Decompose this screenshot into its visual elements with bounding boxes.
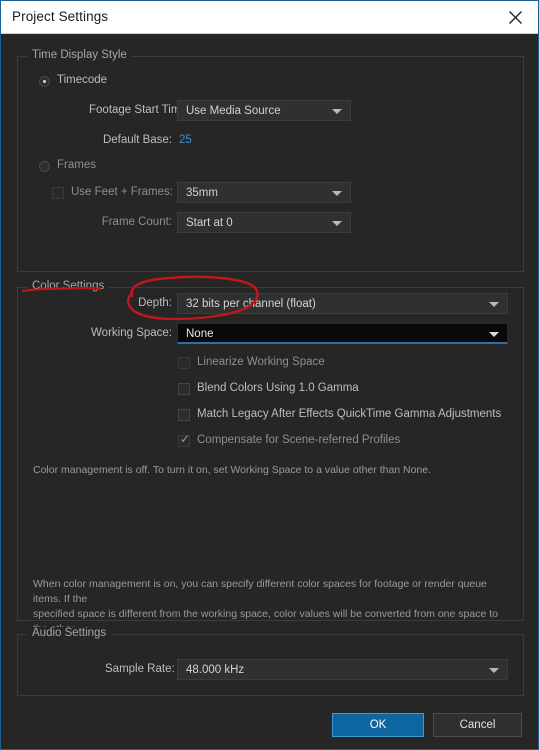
use-feet-frames-checkbox[interactable] bbox=[52, 187, 64, 199]
radio-frames[interactable] bbox=[39, 161, 50, 172]
chevron-down-icon bbox=[489, 668, 499, 673]
footage-start-time-dropdown[interactable]: Use Media Source bbox=[177, 100, 351, 121]
ok-button[interactable]: OK bbox=[332, 713, 424, 737]
working-space-label: Working Space: bbox=[91, 327, 172, 339]
match-legacy-quicktime-gamma-label: Match Legacy After Effects QuickTime Gam… bbox=[197, 408, 502, 420]
sample-rate-label: Sample Rate: bbox=[105, 663, 175, 675]
chevron-down-icon bbox=[332, 221, 342, 226]
cancel-button[interactable]: Cancel bbox=[433, 713, 522, 737]
blend-colors-gamma-checkbox[interactable] bbox=[178, 383, 190, 395]
title-bar: Project Settings bbox=[1, 1, 538, 34]
color-management-status-note: Color management is off. To turn it on, … bbox=[33, 464, 432, 476]
compensate-scene-referred-label: Compensate for Scene-referred Profiles bbox=[197, 434, 401, 446]
chevron-down-icon bbox=[489, 302, 499, 307]
dialog-content: Time Display Style Timecode Footage Star… bbox=[1, 34, 538, 749]
footage-start-time-value: Use Media Source bbox=[186, 105, 281, 117]
default-base-label: Default Base: bbox=[102, 134, 172, 146]
use-feet-frames-label: Use Feet + Frames: bbox=[71, 186, 173, 198]
audio-settings-group-label: Audio Settings bbox=[27, 627, 112, 639]
close-button[interactable] bbox=[493, 1, 538, 33]
use-feet-frames-value: 35mm bbox=[186, 187, 218, 199]
frame-count-dropdown[interactable]: Start at 0 bbox=[177, 212, 351, 233]
project-settings-dialog: Project Settings Time Display Style Time… bbox=[0, 0, 539, 750]
footage-start-time-label: Footage Start Time: bbox=[89, 104, 190, 116]
use-feet-frames-dropdown[interactable]: 35mm bbox=[177, 182, 351, 203]
chevron-down-icon bbox=[332, 109, 342, 114]
window-title: Project Settings bbox=[12, 9, 109, 24]
match-legacy-quicktime-gamma-checkbox[interactable] bbox=[178, 409, 190, 421]
sample-rate-value: 48.000 kHz bbox=[186, 664, 245, 676]
depth-value: 32 bits per channel (float) bbox=[186, 298, 316, 310]
depth-dropdown[interactable]: 32 bits per channel (float) bbox=[177, 293, 508, 314]
checkmark-icon: ✓ bbox=[180, 432, 191, 446]
radio-timecode[interactable] bbox=[39, 76, 50, 87]
linearize-working-space-checkbox[interactable] bbox=[178, 357, 190, 369]
working-space-dropdown[interactable]: None bbox=[177, 323, 508, 344]
radio-timecode-label: Timecode bbox=[57, 74, 108, 86]
working-space-value: None bbox=[186, 328, 214, 340]
linearize-working-space-label: Linearize Working Space bbox=[197, 356, 325, 368]
color-settings-group-label: Color Settings bbox=[27, 280, 110, 292]
chevron-down-icon bbox=[489, 332, 499, 337]
chevron-down-icon bbox=[332, 191, 342, 196]
blend-colors-gamma-label: Blend Colors Using 1.0 Gamma bbox=[197, 382, 359, 394]
default-base-value[interactable]: 25 bbox=[179, 134, 192, 146]
compensate-scene-referred-checkbox[interactable]: ✓ bbox=[178, 432, 191, 447]
depth-label: Depth: bbox=[138, 297, 172, 309]
sample-rate-dropdown[interactable]: 48.000 kHz bbox=[177, 659, 508, 680]
time-display-style-group-label: Time Display Style bbox=[27, 49, 132, 61]
frame-count-label: Frame Count: bbox=[101, 216, 172, 228]
frame-count-value: Start at 0 bbox=[186, 217, 233, 229]
radio-frames-label: Frames bbox=[57, 159, 96, 171]
close-icon bbox=[509, 10, 522, 24]
